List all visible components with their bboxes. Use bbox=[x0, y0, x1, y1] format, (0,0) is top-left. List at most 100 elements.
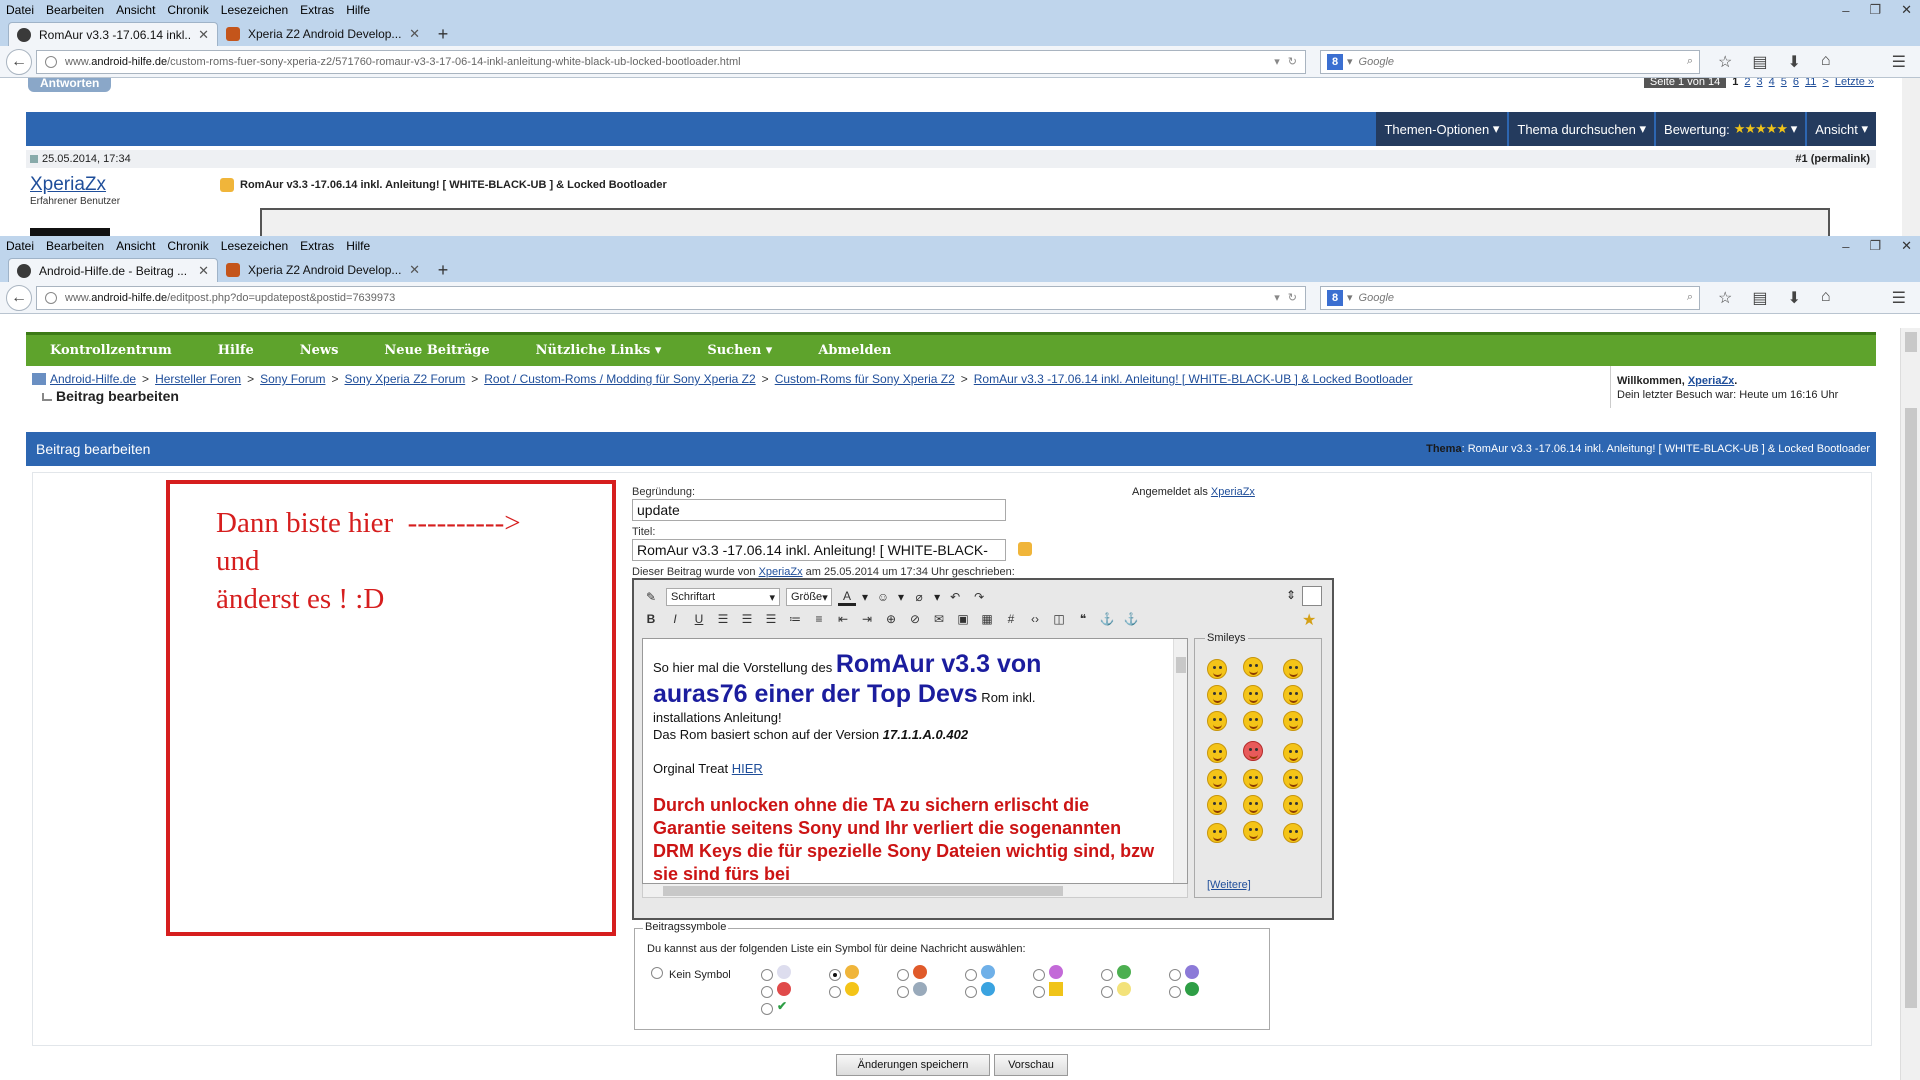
pager-page[interactable]: 6 bbox=[1793, 78, 1799, 88]
close-tab-icon[interactable]: ✕ bbox=[409, 26, 420, 42]
menu-lesezeichen[interactable]: Lesezeichen bbox=[221, 239, 288, 253]
close-window-icon[interactable]: ✕ bbox=[1901, 238, 1912, 254]
symbol-radio[interactable] bbox=[761, 1003, 773, 1015]
breadcrumb-item[interactable]: Sony Xperia Z2 Forum bbox=[344, 372, 465, 386]
back-icon[interactable]: ← bbox=[6, 284, 32, 311]
bookmark-star-icon[interactable]: ☆ bbox=[1718, 288, 1732, 308]
symbol-radio[interactable] bbox=[1033, 986, 1045, 998]
breadcrumb-item[interactable]: Android-Hilfe.de bbox=[50, 372, 136, 386]
nav-abmelden[interactable]: Abmelden bbox=[818, 343, 891, 358]
symbol-radio[interactable] bbox=[1101, 986, 1113, 998]
code-icon[interactable]: ‹› bbox=[1026, 610, 1044, 628]
smiley-surprised-icon[interactable] bbox=[1207, 685, 1227, 705]
chevron-down-icon[interactable]: ▾ bbox=[862, 590, 868, 604]
anchor-link-icon[interactable]: ⚓ bbox=[1122, 610, 1140, 628]
smiley-icon[interactable]: ☺ bbox=[874, 588, 892, 606]
dropdown-icon[interactable]: ▾ bbox=[1274, 291, 1280, 304]
welcome-user-link[interactable]: XperiaZx bbox=[1688, 375, 1734, 387]
search-icon[interactable]: ⌕ bbox=[1687, 291, 1693, 304]
menu-hilfe[interactable]: Hilfe bbox=[346, 239, 370, 253]
undo-icon[interactable]: ↶ bbox=[946, 588, 964, 606]
smiley-lol-icon[interactable] bbox=[1283, 769, 1303, 789]
view-menu[interactable]: Ansicht ▾ bbox=[1805, 112, 1876, 146]
thread-search-menu[interactable]: Thema durchsuchen ▾ bbox=[1507, 112, 1655, 146]
redo-icon[interactable]: ↷ bbox=[970, 588, 988, 606]
symbol-radio[interactable] bbox=[965, 969, 977, 981]
save-changes-button[interactable]: Änderungen speichern bbox=[836, 1054, 990, 1076]
insert-video-icon[interactable]: ▦ bbox=[978, 610, 996, 628]
breadcrumb-item[interactable]: Root / Custom-Roms / Modding für Sony Xp… bbox=[484, 372, 755, 386]
menu-datei[interactable]: Datei bbox=[6, 239, 34, 253]
title-input[interactable]: RomAur v3.3 -17.06.14 inkl. Anleitung! [… bbox=[632, 539, 1006, 561]
resize-toggle-icon[interactable]: ⇕ bbox=[1286, 588, 1296, 602]
italic-icon[interactable]: I bbox=[666, 610, 684, 628]
hamburger-menu-icon[interactable]: ☰ bbox=[1892, 52, 1906, 72]
smiley-biggrin-icon[interactable] bbox=[1283, 743, 1303, 763]
smiley-rolleyes-icon[interactable] bbox=[1283, 711, 1303, 731]
size-select[interactable]: Größe ▾ bbox=[786, 588, 832, 606]
menu-chronik[interactable]: Chronik bbox=[167, 239, 208, 253]
attachment-icon[interactable]: ⌀ bbox=[910, 588, 928, 606]
search-bar[interactable]: 8 ▾ Google ⌕ bbox=[1320, 285, 1700, 310]
pager-page[interactable]: 1 bbox=[1732, 78, 1738, 88]
close-tab-icon[interactable]: ✕ bbox=[198, 27, 209, 43]
align-right-icon[interactable]: ☰ bbox=[762, 610, 780, 628]
new-tab-icon[interactable]: + bbox=[428, 22, 458, 46]
menu-datei[interactable]: Datei bbox=[6, 3, 34, 17]
page-scrollbar[interactable] bbox=[1900, 328, 1920, 1080]
reload-icon[interactable]: ↻ bbox=[1288, 55, 1297, 68]
thumbs-up-icon[interactable] bbox=[1018, 542, 1032, 556]
smiley-cool-thumb-icon[interactable] bbox=[1283, 685, 1303, 705]
symbol-radio[interactable] bbox=[829, 969, 841, 981]
smiley-smirk-icon[interactable] bbox=[1207, 769, 1227, 789]
dropdown-icon[interactable]: ▾ bbox=[1274, 55, 1280, 68]
content-hscrollbar[interactable] bbox=[642, 884, 1188, 898]
hash-icon[interactable]: # bbox=[1002, 610, 1020, 628]
search-engine-icon[interactable]: 8 bbox=[1327, 53, 1343, 70]
smiley-love-icon[interactable] bbox=[1243, 741, 1263, 761]
indent-icon[interactable]: ⇥ bbox=[858, 610, 876, 628]
preview-button[interactable]: Vorschau bbox=[994, 1054, 1068, 1076]
editor-content[interactable]: So hier mal die Vorstellung des RomAur v… bbox=[642, 638, 1188, 884]
outdent-icon[interactable]: ⇤ bbox=[834, 610, 852, 628]
pager-last[interactable]: Letzte » bbox=[1835, 78, 1874, 88]
chevron-down-icon[interactable]: ▾ bbox=[1347, 291, 1353, 304]
pager-page[interactable]: 2 bbox=[1744, 78, 1750, 88]
quick-reply-editor[interactable] bbox=[260, 208, 1830, 236]
star-icon[interactable]: ★ bbox=[1302, 610, 1322, 629]
url-bar[interactable]: www.android-hilfe.de/editpost.php?do=upd… bbox=[36, 285, 1306, 310]
reload-icon[interactable]: ↻ bbox=[1288, 291, 1297, 304]
forum-home-icon[interactable] bbox=[32, 373, 46, 385]
insert-link-icon[interactable]: ⊕ bbox=[882, 610, 900, 628]
menu-extras[interactable]: Extras bbox=[300, 3, 334, 17]
smiley-confused-icon[interactable] bbox=[1207, 659, 1227, 679]
insert-image-icon[interactable]: ▣ bbox=[954, 610, 972, 628]
font-select[interactable]: Schriftart ▾ bbox=[666, 588, 780, 606]
remove-link-icon[interactable]: ⊘ bbox=[906, 610, 924, 628]
tab-xperia-dev[interactable]: Xperia Z2 Android Develop... ✕ bbox=[218, 22, 428, 46]
tab-edit-post[interactable]: Android-Hilfe.de - Beitrag ... ✕ bbox=[8, 258, 218, 282]
close-tab-icon[interactable]: ✕ bbox=[198, 263, 209, 279]
minimize-icon[interactable]: – bbox=[1842, 3, 1849, 18]
remove-format-icon[interactable]: ✎ bbox=[642, 588, 660, 606]
smiley-laugh-icon[interactable] bbox=[1207, 711, 1227, 731]
smiley-smile-icon[interactable] bbox=[1283, 659, 1303, 679]
reply-button[interactable]: Antworten bbox=[28, 78, 112, 92]
minimize-icon[interactable]: – bbox=[1842, 239, 1849, 254]
pager-page[interactable]: 3 bbox=[1757, 78, 1763, 88]
search-bar[interactable]: 8 ▾ Google ⌕ bbox=[1320, 49, 1700, 74]
logged-in-user-link[interactable]: XperiaZx bbox=[1211, 486, 1255, 498]
underline-icon[interactable]: U bbox=[690, 610, 708, 628]
symbol-radio[interactable] bbox=[1169, 969, 1181, 981]
permalink[interactable]: #1 (permalink) bbox=[1795, 153, 1870, 165]
smiley-grin-icon[interactable] bbox=[1243, 685, 1263, 705]
url-bar[interactable]: www.android-hilfe.de/custom-roms-fuer-so… bbox=[36, 49, 1306, 74]
smiley-blush-icon[interactable] bbox=[1243, 657, 1263, 677]
smiley-sleepy-icon[interactable] bbox=[1283, 795, 1303, 815]
symbol-radio[interactable] bbox=[761, 969, 773, 981]
menu-bearbeiten[interactable]: Bearbeiten bbox=[46, 239, 104, 253]
home-icon[interactable]: ⌂ bbox=[1821, 288, 1831, 308]
php-icon[interactable]: ◫ bbox=[1050, 610, 1068, 628]
breadcrumb-item[interactable]: RomAur v3.3 -17.06.14 inkl. Anleitung! [… bbox=[974, 372, 1413, 386]
page-scrollbar[interactable] bbox=[1902, 78, 1920, 236]
